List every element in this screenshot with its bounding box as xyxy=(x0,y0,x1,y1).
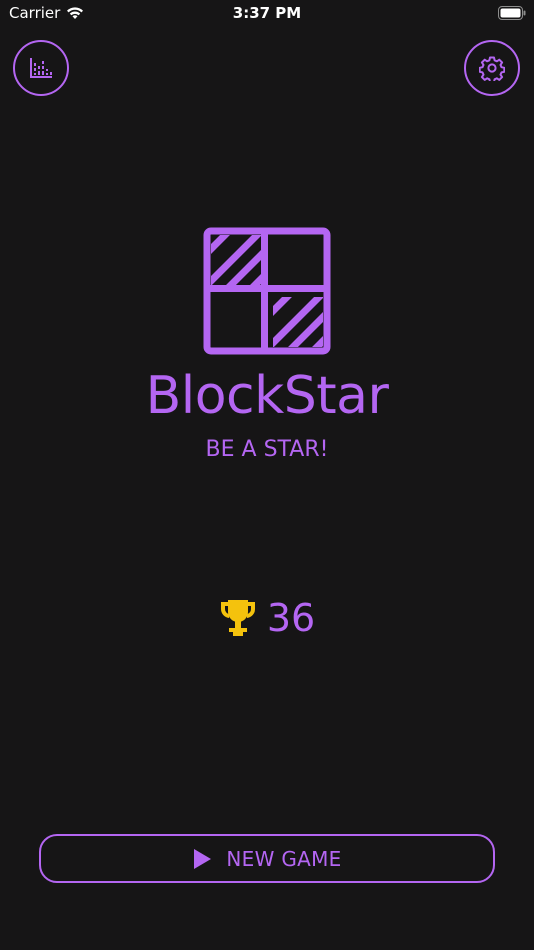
stats-icon xyxy=(30,58,52,78)
high-score: 36 xyxy=(0,596,534,640)
stats-button[interactable] xyxy=(13,40,69,96)
blockstar-logo xyxy=(203,227,331,355)
status-time: 3:37 PM xyxy=(232,4,302,22)
settings-button[interactable] xyxy=(464,40,520,96)
trophy-icon xyxy=(220,600,255,636)
battery-icon xyxy=(498,6,526,20)
new-game-button[interactable]: NEW GAME xyxy=(39,834,495,883)
app-title: BlockStar xyxy=(145,366,389,426)
gear-icon xyxy=(479,56,505,81)
status-bar: Carrier 3:37 PM xyxy=(0,0,534,30)
new-game-label: NEW GAME xyxy=(226,846,342,871)
high-score-value: 36 xyxy=(266,596,316,640)
play-icon xyxy=(194,848,212,869)
app-tagline: BE A STAR! xyxy=(205,437,329,462)
